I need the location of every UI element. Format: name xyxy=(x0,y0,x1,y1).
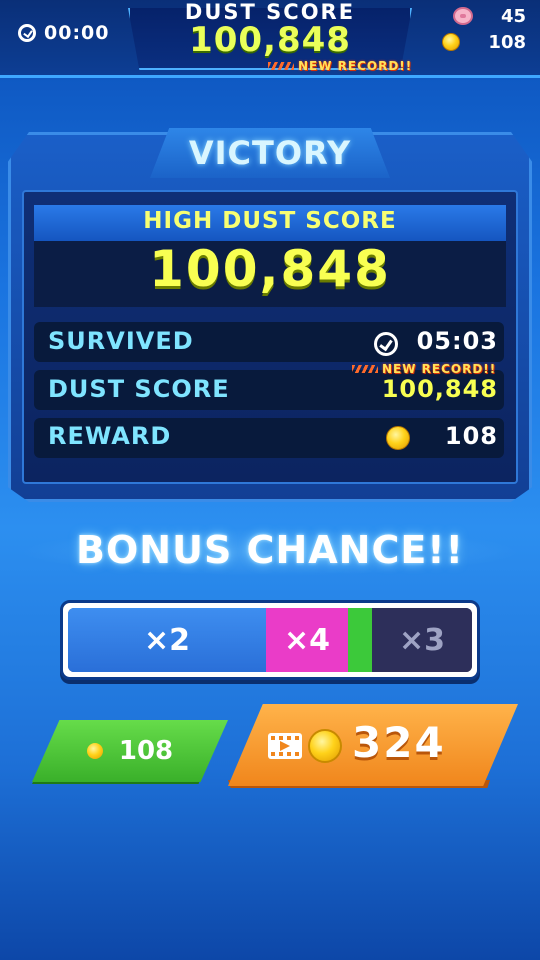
video-icon xyxy=(268,733,302,759)
multiplier-x4-segment: ×4 xyxy=(266,608,348,672)
multiplier-roulette: ×2 ×4 ×3 xyxy=(68,608,472,672)
high-score-label: HIGH DUST SCORE xyxy=(143,208,397,234)
clock-icon xyxy=(374,332,398,356)
high-score-value: 100,848 xyxy=(149,240,391,298)
coin-icon xyxy=(386,426,410,450)
coin-icon xyxy=(308,729,342,763)
collect-button-value: 108 xyxy=(118,736,174,766)
coin-count: 108 xyxy=(488,31,526,53)
bonus-title: BONUS CHANCE!! xyxy=(76,528,464,572)
coin-icon xyxy=(442,33,461,51)
panel-title: VICTORY xyxy=(188,134,352,172)
collect-button[interactable]: 108 xyxy=(32,720,228,782)
row-new-record-badge: NEW RECORD!! xyxy=(352,362,496,376)
coin-icon xyxy=(86,743,103,759)
record-stripes-icon xyxy=(352,365,378,373)
hud-new-record-badge: NEW RECORD!! xyxy=(268,58,412,74)
roulette-marker xyxy=(348,608,372,672)
pig-counter: 45 xyxy=(452,4,526,28)
record-stripes-icon xyxy=(268,62,294,70)
reward-label: REWARD xyxy=(48,422,172,450)
multiplier-x3-segment: ×3 xyxy=(372,608,472,672)
survived-value: 05:03 xyxy=(416,327,498,355)
pig-icon xyxy=(452,7,473,25)
hud-new-record-text: NEW RECORD!! xyxy=(298,59,413,73)
dust-score-value: 100,848 xyxy=(381,375,498,403)
hud-timer-value: 00:00 xyxy=(44,22,110,44)
pig-count: 45 xyxy=(500,5,526,27)
coin-counter: 108 xyxy=(442,30,526,54)
hud-score-value: 100,848 xyxy=(189,20,351,60)
clock-icon xyxy=(18,24,36,42)
survived-label: SURVIVED xyxy=(48,327,194,355)
dust-score-label: DUST SCORE xyxy=(48,375,230,403)
reward-value: 108 xyxy=(444,422,498,450)
row-new-record-text: NEW RECORD!! xyxy=(382,362,497,376)
hud-timer: 00:00 xyxy=(18,20,109,46)
video-button-value: 324 xyxy=(352,718,446,767)
multiplier-x2-segment: ×2 xyxy=(68,608,266,672)
